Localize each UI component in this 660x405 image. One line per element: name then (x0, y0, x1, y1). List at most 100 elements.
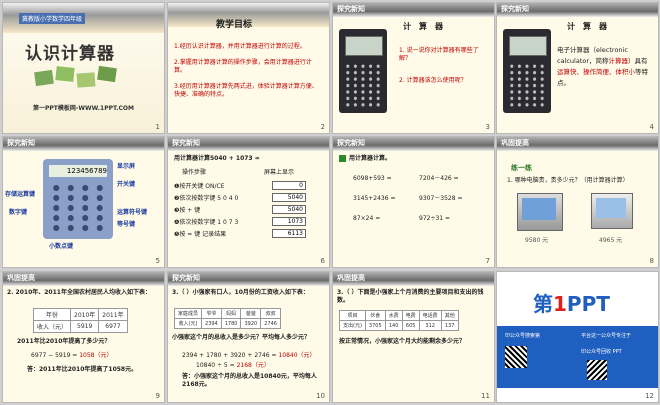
screen-value: 5040 (272, 205, 306, 214)
slide-number: 12 (645, 392, 654, 400)
price-label: 9580 元 (525, 237, 549, 244)
brand-logo: 第1PPT (533, 288, 610, 317)
slide-number: 3 (485, 123, 490, 131)
logo-digit: 1 (553, 292, 567, 316)
table-cell: 家庭成员 (173, 308, 203, 319)
slide-thumbnail-6[interactable]: 探究新知 用计算器计算5040 + 1073 = 操作步骤 屏幕上显示 ❶按开关… (168, 137, 329, 267)
column-screen: 屏幕上显示 (264, 169, 295, 176)
calculator-image (339, 29, 387, 113)
slide-number: 7 (485, 257, 490, 265)
slide-number: 5 (155, 257, 160, 265)
tile-icon (97, 65, 117, 83)
slide-thumbnail-7[interactable]: 探究新知 用计算器计算。 6098+593 = 7204－426 = 3145+… (333, 137, 494, 267)
definition-text: 电子计算器（electronic calculator，简称计算器）具有运算快、… (557, 45, 653, 89)
slide-header-bar: 探究新知 (3, 137, 164, 151)
slide-thumbnail-5[interactable]: 探究新知 123456789 显示屏 开关键 存储运算键 数字键 运算符号键 等… (3, 137, 164, 267)
header-label: 巩固提高 (7, 274, 35, 282)
question-text: 2. 2010年、2011年全国农村居民人均收入如下表： (7, 289, 151, 296)
calculator-keypad (49, 183, 107, 233)
slide-thumbnail-9[interactable]: 巩固提高 2. 2010年、2011年全国农村居民人均收入如下表： 年份 2010… (3, 272, 164, 402)
calculation: 10840 ÷ 5 = 2168（元） (196, 362, 270, 370)
slide-number: 11 (481, 392, 490, 400)
logo-text: PPT (566, 292, 610, 316)
question-text: 3.（ ）小强家有口人，10月份的工资收入如下表： (172, 289, 309, 296)
label-digit: 数字键 (9, 209, 28, 216)
header-label: 探究新知 (172, 274, 200, 282)
slide-number: 9 (155, 392, 160, 400)
slide-thumbnail-10[interactable]: 探究新知 3.（ ）小强家有口人，10月份的工资收入如下表： 家庭成员 爷爷 妈妈爸… (168, 272, 329, 402)
sub-question: 小强家这个月的总收入是多少元？平均每人多少元？ (172, 334, 311, 341)
slide-number: 10 (316, 392, 325, 400)
price-label: 4965 元 (599, 237, 623, 244)
header-label: 探究新知 (172, 139, 200, 147)
question-text: 1. 哪种电脑贵，贵多少元？（用计算器计算） (507, 177, 629, 184)
header-label: 巩固提高 (501, 139, 529, 147)
slide-subtitle: 用计算器计算。 (349, 155, 392, 162)
slide-thumbnail-8[interactable]: 巩固提高 练一练 1. 哪种电脑贵，贵多少元？（用计算器计算） 9580 元 4… (497, 137, 658, 267)
slide-header-bar: 巩固提高 (333, 272, 494, 286)
label-operator: 运算符号键 (117, 209, 148, 216)
table-cell: 605 (401, 320, 420, 331)
slide-number: 6 (320, 257, 325, 265)
screen-value: 0 (272, 181, 306, 190)
income-table: 家庭成员 爷爷 妈妈 爸爸 叔叔 收入(元) 2394 1780 3920 2746 (173, 308, 281, 329)
slide-title: 教学目标 (216, 20, 253, 30)
table-cell: 2746 (260, 318, 281, 329)
header-label: 探究新知 (337, 5, 365, 13)
calculator-screen (508, 35, 548, 57)
header-label: 探究新知 (337, 139, 365, 147)
sub-question: 2011年比2010年提高了多少元？ (17, 338, 111, 345)
slide-header-bar: 探究新知 (497, 3, 658, 17)
slide-thumbnail-12[interactable]: 第1PPT 印公众号搜索第 平台这一公众号专注于 印公众号回收 PPT 12 (497, 272, 658, 402)
table-cell: 爸爸 (240, 308, 262, 319)
table-cell: 2394 (201, 318, 222, 329)
calculation: 2394 + 1780 + 3920 + 2746 = 10840（元） (182, 352, 316, 360)
calculator-keypad (343, 62, 383, 109)
label-screen: 显示屏 (117, 163, 136, 170)
question-text: 3.（ ）下面是小强家上个月消费的主要项目和支出的钱数。 (337, 289, 484, 304)
slide-header-bar: 探究新知 (333, 137, 494, 151)
step-row: ❶按开关键 ON/CE (174, 183, 225, 190)
table-cell: 3705 (364, 320, 386, 331)
calculator-screen (344, 35, 384, 57)
table-header-row: 项目 伙食 水费 电费 电话费 其他 (339, 310, 459, 321)
slide-thumbnail-1[interactable]: 冀教版小学数学四年级 认识计算器 第一PPT模板网-WWW.1PPT.COM 1 (3, 3, 164, 133)
table-cell: 5919 (70, 320, 100, 333)
table-cell: 其他 (440, 310, 459, 321)
table-cell: 项目 (339, 310, 366, 321)
calculation: 6977 − 5919 = 1058（元） (31, 352, 113, 360)
table-cell: 支出(元) (339, 320, 366, 331)
table-cell: 妈妈 (220, 308, 242, 319)
tile-icon (34, 69, 54, 87)
slide-title: 计 算 器 (567, 22, 607, 31)
slide-thumbnail-4[interactable]: 探究新知 计 算 器 电子计算器（electronic calculator，简… (497, 3, 658, 133)
expression: 3145+2436 = (353, 195, 396, 202)
step-row: ❸按 + 键 (174, 207, 201, 214)
tile-icon (55, 66, 75, 82)
slide-thumbnail-3[interactable]: 探究新知 计 算 器 1. 说一说你对计算器有哪些了解？ 2. 计算器该怎么使用… (333, 3, 494, 133)
sub-question: 按正常情况，小强家这个月大约能剩余多少元？ (339, 338, 466, 345)
table-cell: 6977 (98, 320, 128, 333)
expression: 972÷31 = (419, 215, 451, 222)
computer-image (591, 193, 633, 229)
slide-header-bar: 巩固提高 (3, 272, 164, 286)
table-cell: 1780 (220, 318, 242, 329)
slide-subtitle: 用计算器计算5040 + 1073 = (174, 155, 260, 162)
slide-thumbnail-11[interactable]: 巩固提高 3.（ ）下面是小强家上个月消费的主要项目和支出的钱数。 项目 伙食 水费… (333, 272, 494, 402)
logo-text: 第 (533, 292, 553, 316)
goal-item: 1.经历认识计算器，并用计算器进行计算的过程。 (174, 43, 306, 50)
slide-thumbnail-2[interactable]: 教学目标 1.经历认识计算器，并用计算器进行计算的过程。 2.掌握用计算器计算的… (168, 3, 329, 133)
header-label: 探究新知 (501, 5, 529, 13)
table-cell: 年份 (32, 308, 72, 321)
slide-header-bar: 巩固提高 (497, 137, 658, 151)
table-cell: 312 (418, 320, 442, 331)
slide-header-bar: 探究新知 (333, 3, 494, 17)
expression: 87×24 = (353, 215, 381, 222)
table-row: 收入（元） 5919 6977 (32, 320, 128, 333)
table-cell: 3920 (240, 318, 262, 329)
label-power: 开关键 (117, 181, 136, 188)
answer-text: 答：2011年比2010年提高了1058元。 (27, 366, 138, 373)
slide-number: 4 (649, 123, 654, 131)
computer-image (517, 193, 563, 231)
slide-number: 1 (155, 123, 160, 131)
